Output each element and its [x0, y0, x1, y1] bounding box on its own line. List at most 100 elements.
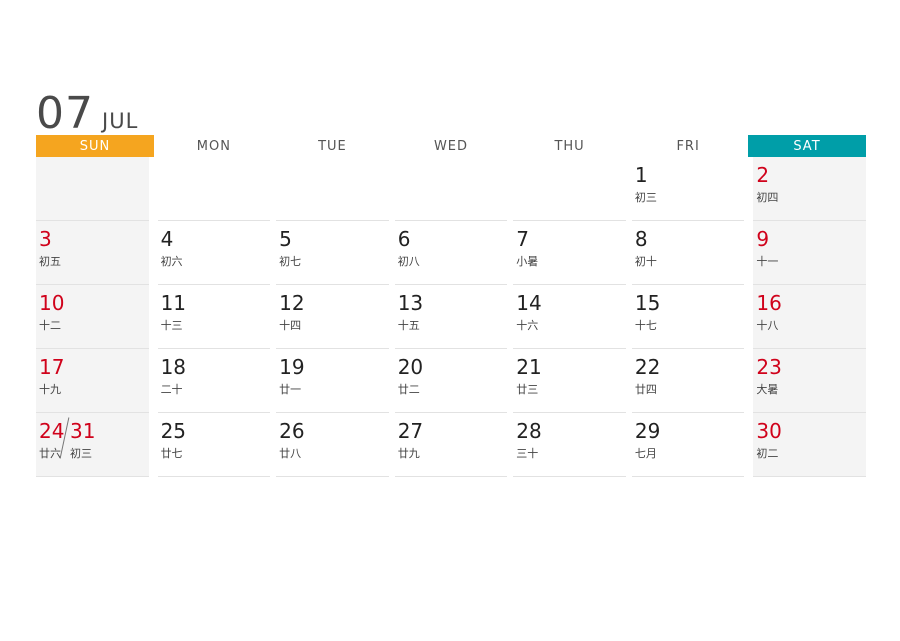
day-number: 6 [397, 227, 411, 251]
weekday-wed: WED [433, 138, 469, 154]
day-cell[interactable]: 9 十一 [753, 221, 866, 285]
day-cell[interactable]: 4 初六 [157, 221, 271, 285]
day-number: 28 [516, 419, 542, 443]
lunar-date: 十八 [756, 319, 779, 332]
weekday-mon: MON [196, 138, 231, 154]
lunar-date: 廿七 [160, 447, 183, 460]
day-cell[interactable]: 8 初十 [631, 221, 745, 285]
day-number: 5 [279, 227, 292, 251]
day-number: 13 [397, 291, 424, 315]
day-number: 21 [516, 355, 542, 379]
lunar-date: 廿二 [397, 383, 420, 396]
lunar-date: 廿三 [516, 383, 539, 396]
lunar-date: 十六 [516, 319, 539, 332]
day-cell[interactable]: 13 十五 [394, 285, 508, 349]
day-number: 25 [160, 419, 187, 443]
lunar-date: 十五 [397, 319, 420, 332]
lunar-date-secondary: 初三 [70, 448, 92, 460]
lunar-date: 廿八 [279, 447, 302, 460]
day-cell[interactable]: 28 三十 [513, 413, 626, 477]
lunar-date: 初七 [279, 255, 302, 268]
day-number: 2 [756, 163, 770, 187]
weekday-sat: SAT [747, 135, 866, 157]
empty-day-cell [394, 157, 508, 221]
day-number-secondary: 31 [70, 419, 96, 443]
lunar-date: 十一 [756, 255, 779, 268]
day-number: 12 [279, 291, 305, 315]
day-number: 9 [756, 227, 770, 251]
day-number: 23 [756, 355, 782, 379]
day-cell[interactable]: 26 廿八 [276, 413, 389, 477]
weekday-tue: TUE [318, 138, 347, 154]
day-cell[interactable]: 17 十九 [36, 349, 149, 413]
day-number: 14 [516, 291, 542, 315]
day-number: 15 [634, 291, 661, 315]
day-cell[interactable]: 25 廿七 [157, 413, 271, 477]
day-cell[interactable]: 1 初三 [631, 157, 745, 221]
day-cell[interactable]: 29 七月 [631, 413, 745, 477]
weekday-fri: FRI [676, 138, 700, 154]
lunar-date: 初三 [634, 191, 657, 204]
day-cell[interactable]: 22 廿四 [631, 349, 745, 413]
lunar-date: 初二 [756, 447, 779, 460]
day-cell[interactable]: 14 十六 [513, 285, 626, 349]
month-number: 07 [36, 88, 94, 139]
lunar-date: 十七 [634, 319, 657, 332]
day-number: 1 [634, 163, 648, 187]
lunar-date: 初十 [634, 255, 657, 268]
lunar-date: 廿九 [397, 447, 420, 460]
lunar-date: 十九 [39, 383, 61, 396]
day-cell[interactable]: 12 十四 [276, 285, 389, 349]
day-number: 30 [756, 419, 782, 443]
lunar-date: 十三 [160, 319, 183, 332]
day-number: 3 [39, 227, 52, 251]
day-number: 10 [39, 291, 65, 315]
day-cell[interactable]: 16 十八 [753, 285, 866, 349]
day-number: 18 [160, 355, 187, 379]
lunar-date: 三十 [516, 447, 539, 460]
day-number: 7 [516, 227, 530, 251]
day-number: 27 [397, 419, 424, 443]
day-cell[interactable]: 30 初二 [753, 413, 866, 477]
weekday-thu: THU [554, 138, 585, 154]
day-cell[interactable]: 6 初八 [394, 221, 508, 285]
day-cell[interactable]: 3 初五 [36, 221, 149, 285]
day-number: 20 [397, 355, 424, 379]
day-cell[interactable]: 21 廿三 [513, 349, 626, 413]
day-cell[interactable]: 10 十二 [36, 285, 149, 349]
day-number: 19 [279, 355, 305, 379]
day-cell[interactable]: 19 廿一 [276, 349, 389, 413]
day-cell[interactable]: 23 大暑 [753, 349, 866, 413]
day-cell[interactable]: 18 二十 [157, 349, 271, 413]
calendar-grid: 1 初三 2 初四 3 初五 4 初六 5 初七 6 初八 7 小暑 8 初十 9 十一 10 十二 11 十三 12 十四 1… [36, 157, 866, 477]
day-number: 8 [634, 227, 648, 251]
day-number: 11 [160, 291, 187, 315]
lunar-date: 七月 [634, 447, 657, 460]
day-cell[interactable]: 5 初七 [276, 221, 389, 285]
lunar-date: 廿一 [279, 383, 302, 396]
day-cell[interactable]: 15 十七 [631, 285, 745, 349]
empty-day-cell [157, 157, 271, 221]
lunar-date: 大暑 [756, 383, 779, 396]
day-number: 22 [634, 355, 661, 379]
day-cell[interactable]: 7 小暑 [513, 221, 626, 285]
lunar-date: 初八 [397, 255, 420, 268]
day-cell[interactable]: 24 31 廿六 初三 [36, 413, 149, 477]
month-abbreviation: JUL [102, 109, 139, 133]
lunar-date: 二十 [160, 383, 183, 396]
day-cell[interactable]: 11 十三 [157, 285, 271, 349]
day-number: 29 [634, 419, 661, 443]
day-number: 24 [39, 419, 65, 443]
lunar-date: 初四 [756, 191, 779, 204]
lunar-date: 十四 [279, 319, 302, 332]
empty-day-cell [36, 157, 149, 221]
weekday-sun: SUN [36, 135, 154, 157]
day-cell[interactable]: 27 廿九 [394, 413, 508, 477]
weekday-header: SUN MON TUE WED THU FRI SAT [36, 135, 866, 157]
lunar-date: 小暑 [516, 255, 539, 268]
lunar-date: 十二 [39, 319, 61, 332]
day-cell[interactable]: 2 初四 [753, 157, 866, 221]
day-number: 17 [39, 355, 65, 379]
day-cell[interactable]: 20 廿二 [394, 349, 508, 413]
calendar-title: 07 JUL [36, 88, 138, 139]
